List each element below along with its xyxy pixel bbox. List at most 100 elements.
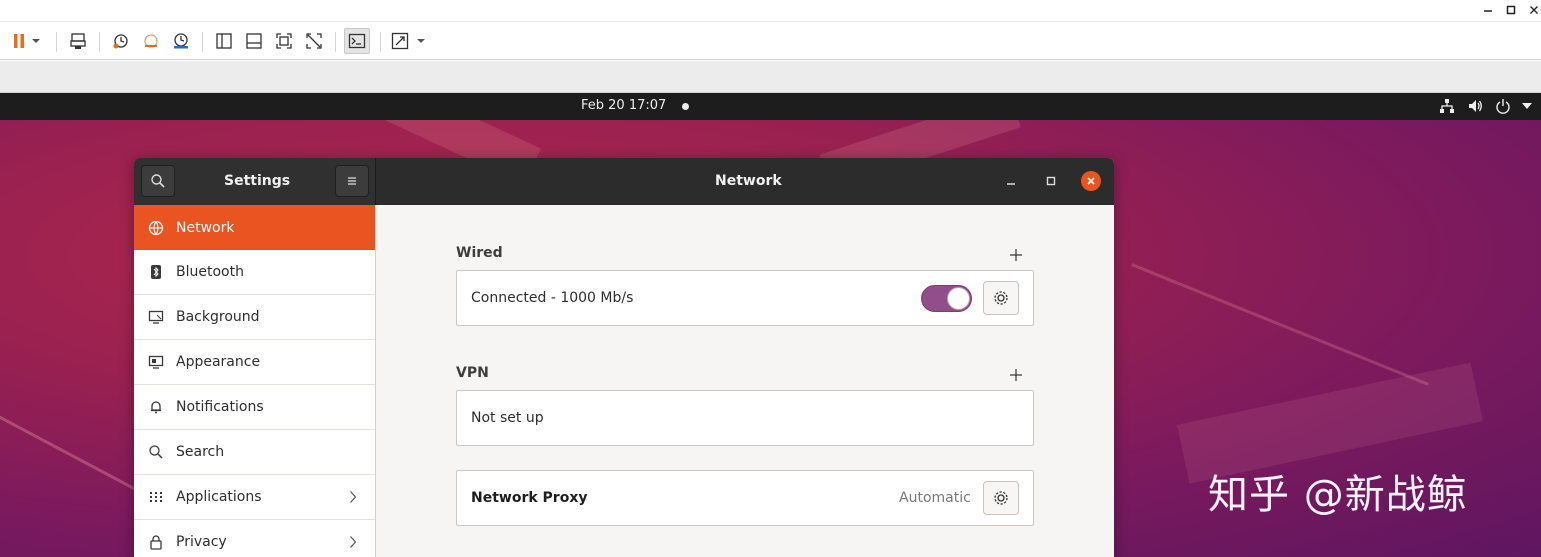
minimize-icon — [1007, 183, 1015, 185]
sidebar-item-label: Bluetooth — [176, 264, 244, 280]
host-close-button[interactable] — [1527, 3, 1541, 17]
console-view-icon — [348, 33, 366, 49]
toolbar-divider — [335, 32, 336, 52]
minimize-icon — [1484, 10, 1492, 12]
show-library-button[interactable] — [213, 30, 235, 52]
sidebar-header: Settings — [134, 158, 376, 205]
chevron-right-icon — [348, 489, 358, 505]
pause-icon — [14, 34, 24, 48]
pause-dropdown[interactable] — [29, 30, 43, 52]
toolbar-divider — [380, 32, 381, 52]
sidebar-item-notifications[interactable]: Notifications — [134, 385, 375, 430]
wired-connection-label: Connected - 1000 Mb/s — [471, 290, 634, 306]
hamburger-icon — [348, 177, 356, 185]
wired-toggle-switch[interactable] — [921, 285, 972, 312]
sidebar-item-network[interactable]: Network — [134, 205, 375, 250]
sidebar-item-label: Notifications — [176, 399, 264, 415]
thumbnail-icon — [246, 33, 262, 49]
wired-settings-button[interactable] — [983, 281, 1019, 315]
dropdown-icon — [32, 39, 40, 43]
vpn-section-title: VPN — [456, 365, 489, 381]
add-vpn-button[interactable] — [1007, 366, 1025, 384]
sidebar-item-label: Network — [176, 219, 235, 236]
add-wired-button[interactable] — [1007, 246, 1025, 264]
window-headerbar: Settings Network — [134, 158, 1114, 205]
full-screen-button[interactable] — [273, 30, 295, 52]
wallpaper-line — [1131, 263, 1429, 386]
clock[interactable]: Feb 20 17:07 — [581, 98, 666, 113]
send-ctrl-alt-del-icon — [70, 33, 86, 49]
take-snapshot-button[interactable] — [110, 30, 132, 52]
bell-icon — [148, 399, 164, 415]
toolbar-divider — [202, 32, 203, 52]
search-icon — [151, 174, 165, 188]
sidebar-item-search[interactable]: Search — [134, 430, 375, 475]
snapshot-manager-button[interactable] — [170, 30, 192, 52]
fit-guest-dropdown[interactable] — [414, 30, 428, 52]
maximize-icon — [1046, 176, 1056, 186]
sidebar-item-appearance[interactable]: Appearance — [134, 340, 375, 385]
close-icon — [1530, 6, 1538, 14]
vpn-status: Not set up — [471, 410, 544, 426]
volume-icon[interactable] — [1467, 98, 1483, 114]
revert-snapshot-icon — [144, 34, 158, 48]
sidebar-item-label: Background — [176, 309, 260, 325]
show-thumbnail-bar-button[interactable] — [243, 30, 265, 52]
apps-grid-icon — [148, 489, 164, 505]
console-view-button[interactable] — [344, 28, 370, 54]
network-proxy-status: Automatic — [899, 490, 971, 506]
network-proxy-row[interactable]: Network Proxy Automatic — [456, 470, 1034, 526]
sidebar-item-applications[interactable]: Applications — [134, 475, 375, 520]
settings-window: Settings Network Network Bluetooth Backg… — [134, 158, 1114, 557]
plus-icon — [1010, 249, 1022, 261]
plus-icon — [1010, 369, 1022, 381]
bluetooth-icon — [148, 264, 164, 280]
watermark: 知乎 @新战鲸 — [1208, 472, 1468, 518]
sidebar-item-label: Applications — [176, 489, 262, 505]
page-title: Network — [715, 173, 782, 189]
wallpaper-line — [0, 410, 151, 499]
fit-guest-button[interactable] — [389, 30, 411, 52]
wired-section-title: Wired — [456, 245, 503, 261]
sidebar-item-bluetooth[interactable]: Bluetooth — [134, 250, 375, 295]
full-screen-icon — [276, 33, 292, 49]
maximize-icon — [1506, 5, 1516, 15]
sidebar-title: Settings — [224, 173, 291, 189]
host-minimize-button[interactable] — [1481, 3, 1495, 17]
library-icon — [216, 33, 232, 49]
host-tab-strip — [0, 61, 1541, 93]
network-status-icon[interactable] — [1439, 98, 1455, 114]
proxy-settings-button[interactable] — [983, 481, 1019, 515]
unity-icon — [306, 33, 322, 49]
unity-button[interactable] — [303, 30, 325, 52]
gear-icon — [994, 291, 1008, 305]
sidebar-item-label: Appearance — [176, 354, 261, 370]
guest-desktop: Feb 20 17:07 知乎 @新战鲸 Settings Network Ne… — [0, 93, 1541, 557]
dropdown-icon — [417, 39, 425, 43]
menu-button[interactable] — [335, 165, 369, 197]
wired-network-icon — [1440, 99, 1454, 113]
revert-snapshot-button[interactable] — [140, 30, 162, 52]
power-symbol-icon — [1496, 99, 1510, 114]
toolbar-divider — [99, 32, 100, 52]
host-maximize-button[interactable] — [1504, 3, 1518, 17]
pause-button[interactable] — [8, 30, 30, 52]
window-minimize-button[interactable] — [1001, 171, 1021, 191]
window-close-button[interactable] — [1081, 171, 1101, 191]
wired-connection-row: Connected - 1000 Mb/s — [456, 270, 1034, 326]
speaker-icon — [1469, 100, 1482, 112]
vpn-row: Not set up — [456, 390, 1034, 446]
toggle-knob — [947, 287, 970, 310]
sidebar-item-background[interactable]: Background — [134, 295, 375, 340]
search-icon — [148, 444, 164, 460]
close-icon — [1087, 177, 1095, 185]
power-icon[interactable] — [1495, 98, 1511, 114]
send-ctrl-alt-del-button[interactable] — [67, 30, 89, 52]
sidebar-item-privacy[interactable]: Privacy — [134, 520, 375, 557]
gear-icon — [994, 491, 1008, 505]
search-button[interactable] — [141, 165, 175, 197]
chevron-right-icon — [348, 534, 358, 550]
settings-sidebar: Network Bluetooth Background Appearance — [134, 205, 376, 557]
window-maximize-button[interactable] — [1041, 171, 1061, 191]
system-menu-arrow[interactable] — [1519, 98, 1535, 114]
